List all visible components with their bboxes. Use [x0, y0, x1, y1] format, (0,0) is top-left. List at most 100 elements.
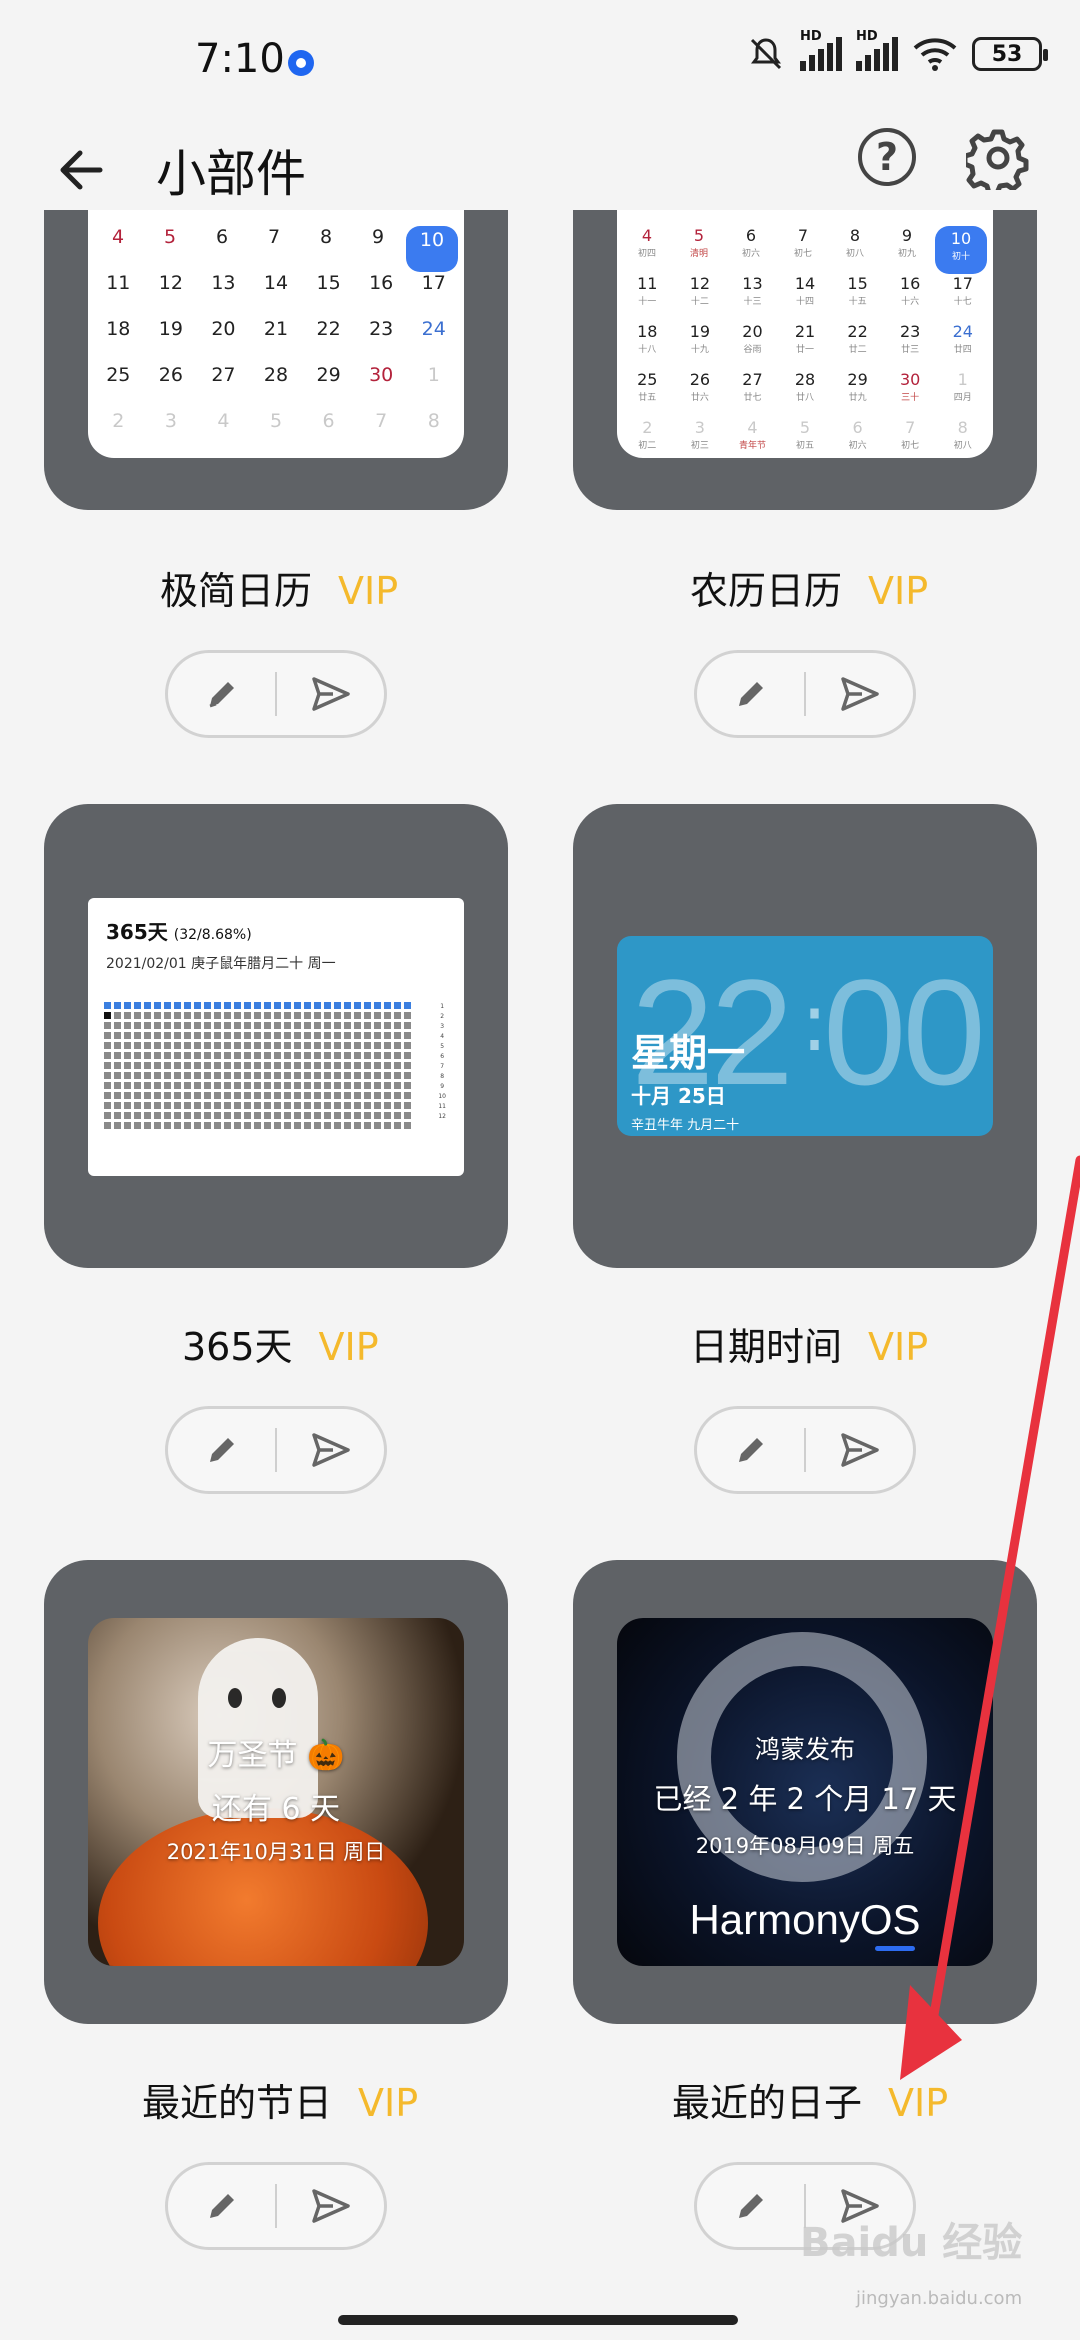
calendar-day-cell[interactable]: 1 四月 — [936, 370, 989, 418]
calendar-day-cell[interactable]: 10 — [406, 226, 458, 272]
calendar-day-cell[interactable]: 8 — [300, 226, 352, 272]
calendar-day-cell[interactable]: 17 十七 — [936, 274, 989, 322]
calendar-day-cell[interactable]: 24 廿四 — [936, 322, 989, 370]
calendar-day-cell[interactable]: 13 — [197, 272, 250, 318]
calendar-day-cell[interactable]: 10 初十 — [935, 226, 987, 274]
calendar-day-cell[interactable]: 21 廿一 — [779, 322, 832, 370]
day-dot — [264, 1002, 271, 1009]
calendar-day-cell[interactable]: 30 — [355, 364, 408, 410]
calendar-day-cell[interactable]: 3 初三 — [674, 418, 727, 466]
calendar-day-cell[interactable]: 17 — [407, 272, 460, 318]
calendar-day-cell[interactable]: 11 十一 — [621, 274, 674, 322]
send-button[interactable] — [277, 2165, 384, 2247]
calendar-day-cell[interactable]: 5 清明 — [673, 226, 725, 274]
widget-card-recent-holiday[interactable]: 万圣节 🎃 还有 6 天 2021年10月31日 周日 — [44, 1560, 508, 2024]
calendar-day-cell[interactable]: 9 — [352, 226, 404, 272]
edit-button[interactable] — [697, 653, 804, 735]
calendar-day-cell[interactable]: 6 — [302, 410, 355, 456]
arrow-left-icon[interactable] — [52, 140, 112, 200]
calendar-day-cell[interactable]: 20 — [197, 318, 250, 364]
calendar-day-cell[interactable]: 27 廿七 — [726, 370, 779, 418]
calendar-day-cell[interactable]: 15 十五 — [831, 274, 884, 322]
send-button[interactable] — [806, 653, 913, 735]
calendar-day-cell[interactable]: 29 廿九 — [831, 370, 884, 418]
send-button[interactable] — [277, 1409, 384, 1491]
day-dot — [224, 1072, 231, 1079]
calendar-day-cell[interactable]: 16 — [355, 272, 408, 318]
calendar-day-cell[interactable]: 5 — [144, 226, 196, 272]
calendar-day-cell[interactable]: 7 初七 — [777, 226, 829, 274]
calendar-day-cell[interactable]: 14 — [250, 272, 303, 318]
calendar-day-cell[interactable]: 11 — [92, 272, 145, 318]
calendar-day-cell[interactable]: 16 十六 — [884, 274, 937, 322]
calendar-day-cell[interactable]: 6 初六 — [831, 418, 884, 466]
widget-card-lunar-calendar[interactable]: 4 初四 5 清明 6 初六 7 初七 8 初八 9 初九 10 初十 11 十一 12 十二 13 十三 14 十四 15… — [573, 210, 1037, 510]
calendar-day-cell[interactable]: 1 — [407, 364, 460, 410]
calendar-day-cell[interactable]: 2 初二 — [621, 418, 674, 466]
calendar-day-cell[interactable]: 20 谷雨 — [726, 322, 779, 370]
edit-button[interactable] — [697, 2165, 804, 2247]
calendar-day-cell[interactable]: 12 — [145, 272, 198, 318]
calendar-day-cell[interactable]: 21 — [250, 318, 303, 364]
edit-button[interactable] — [168, 653, 275, 735]
calendar-day-cell[interactable]: 23 廿三 — [884, 322, 937, 370]
calendar-day-cell[interactable]: 18 十八 — [621, 322, 674, 370]
day-dot — [404, 1022, 411, 1029]
calendar-day-cell[interactable]: 8 — [407, 410, 460, 456]
edit-button[interactable] — [168, 1409, 275, 1491]
calendar-day-cell[interactable]: 22 — [302, 318, 355, 364]
calendar-day-cell[interactable]: 8 初八 — [829, 226, 881, 274]
calendar-day-cell[interactable]: 4 初四 — [621, 226, 673, 274]
day-dot — [274, 1062, 281, 1069]
calendar-day-cell[interactable]: 2 — [92, 410, 145, 456]
calendar-day-cell[interactable]: 12 十二 — [674, 274, 727, 322]
calendar-day-cell[interactable]: 26 — [145, 364, 198, 410]
calendar-day-cell[interactable]: 3 — [145, 410, 198, 456]
calendar-day-cell[interactable]: 27 — [197, 364, 250, 410]
day-dot — [344, 1092, 351, 1099]
calendar-day-cell[interactable]: 25 — [92, 364, 145, 410]
calendar-day-cell[interactable]: 24 — [407, 318, 460, 364]
calendar-day-cell[interactable]: 30 三十 — [884, 370, 937, 418]
widget-card-365-days[interactable]: 365天 (32/8.68%) 2021/02/01 庚子鼠年腊月二十 周一 12… — [44, 804, 508, 1268]
day-dot — [164, 1032, 171, 1039]
edit-button[interactable] — [168, 2165, 275, 2247]
calendar-day-cell[interactable]: 5 初五 — [779, 418, 832, 466]
lunar-day-label: 廿三 — [901, 345, 920, 355]
help-icon[interactable]: ? — [858, 128, 916, 186]
send-button[interactable] — [277, 653, 384, 735]
gear-icon[interactable] — [966, 126, 1030, 190]
calendar-day-cell[interactable]: 14 十四 — [779, 274, 832, 322]
calendar-day-cell[interactable]: 6 — [196, 226, 248, 272]
day-dot — [264, 1092, 271, 1099]
home-indicator[interactable] — [338, 2315, 738, 2325]
widget-card-recent-days[interactable]: 鸿蒙发布 已经 2 年 2 个月 17 天 2019年08月09日 周五 Har… — [573, 1560, 1037, 2024]
calendar-day-cell[interactable]: 15 — [302, 272, 355, 318]
edit-button[interactable] — [697, 1409, 804, 1491]
calendar-day-cell[interactable]: 26 廿六 — [674, 370, 727, 418]
calendar-day-cell[interactable]: 7 初七 — [884, 418, 937, 466]
calendar-day-cell[interactable]: 4 — [92, 226, 144, 272]
calendar-day-cell[interactable]: 13 十三 — [726, 274, 779, 322]
calendar-day-cell[interactable]: 18 — [92, 318, 145, 364]
calendar-day-cell[interactable]: 19 十九 — [674, 322, 727, 370]
send-button[interactable] — [806, 1409, 913, 1491]
widget-card-date-time[interactable]: 22 : 00 星期一 十月 25日 辛丑牛年 九月二十 — [573, 804, 1037, 1268]
calendar-day-cell[interactable]: 6 初六 — [725, 226, 777, 274]
calendar-day-cell[interactable]: 28 — [250, 364, 303, 410]
widget-card-simple-calendar[interactable]: 4 5 6 7 8 9 10 11 12 13 14 15 16 17 18 19 20 21 22 23 24 25 26… — [44, 210, 508, 510]
calendar-day-cell[interactable]: 8 初八 — [936, 418, 989, 466]
day-dot — [104, 1022, 111, 1029]
calendar-day-cell[interactable]: 28 廿八 — [779, 370, 832, 418]
calendar-day-cell[interactable]: 5 — [250, 410, 303, 456]
calendar-day-cell[interactable]: 25 廿五 — [621, 370, 674, 418]
calendar-day-cell[interactable]: 22 廿二 — [831, 322, 884, 370]
calendar-day-cell[interactable]: 7 — [355, 410, 408, 456]
calendar-day-cell[interactable]: 29 — [302, 364, 355, 410]
calendar-day-cell[interactable]: 9 初九 — [881, 226, 933, 274]
calendar-day-cell[interactable]: 4 青年节 — [726, 418, 779, 466]
calendar-day-cell[interactable]: 19 — [145, 318, 198, 364]
calendar-day-cell[interactable]: 23 — [355, 318, 408, 364]
calendar-day-cell[interactable]: 7 — [248, 226, 300, 272]
calendar-day-cell[interactable]: 4 — [197, 410, 250, 456]
